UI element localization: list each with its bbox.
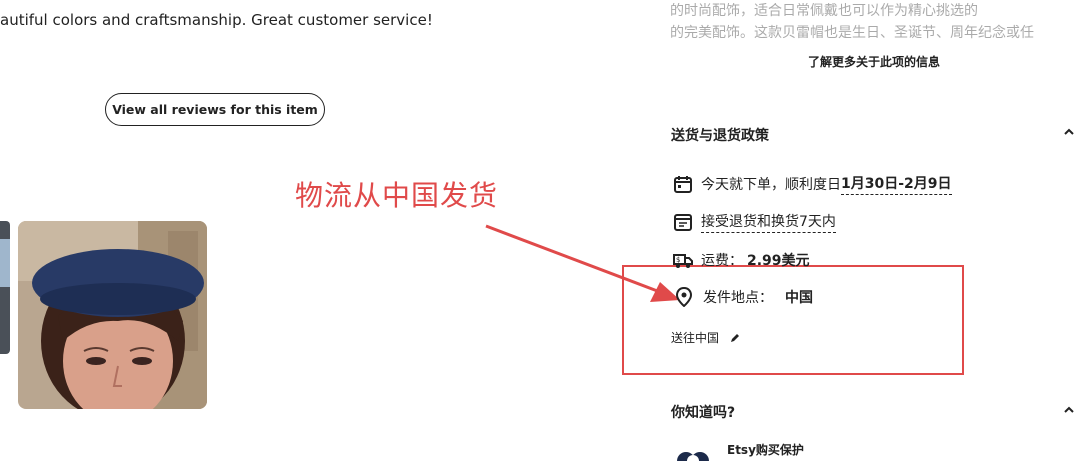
review-photo[interactable]	[18, 221, 207, 409]
ship-to-text[interactable]: 送往中国	[671, 329, 719, 346]
shipping-fee-label: 运费：	[701, 253, 743, 269]
view-all-reviews-button[interactable]: View all reviews for this item	[105, 93, 325, 126]
description-line: 的完美配饰。这款贝雷帽也是生日、圣诞节、周年纪念或任	[670, 25, 1034, 41]
truck-icon: $	[673, 250, 693, 270]
etsy-protection-label: Etsy购买保护	[727, 443, 804, 457]
etsy-protection-icon	[676, 446, 712, 465]
svg-text:$: $	[676, 256, 680, 264]
review-text: autiful colors and craftsmanship. Great …	[0, 11, 433, 29]
description-faded-text: 的时尚配饰，适合日常佩戴也可以作为精心挑选的 的完美配饰。这款贝雷帽也是生日、圣…	[670, 0, 1080, 44]
shipping-fee-value: 2.99美元	[747, 253, 810, 269]
returns-text[interactable]: 接受退货和换货7天内	[701, 211, 836, 233]
ship-from-label: 发件地点：	[703, 290, 773, 306]
did-you-know-title[interactable]: 你知道吗?	[671, 402, 735, 422]
returns-icon	[673, 212, 693, 232]
shipping-fee: $ 运费： 2.99美元	[673, 250, 810, 270]
description-line: 的时尚配饰，适合日常佩戴也可以作为精心挑选的	[670, 3, 978, 19]
chevron-up-icon[interactable]	[1063, 126, 1075, 141]
annotation-text: 物流从中国发货	[295, 179, 499, 212]
location-pin-icon	[675, 287, 695, 307]
shipping-section-title[interactable]: 送货与退货政策	[671, 125, 769, 145]
ship-from: 发件地点： 中国	[675, 287, 813, 307]
delivery-estimate: 今天就下单，顺利度日 1月30日-2月9日	[673, 173, 952, 195]
calendar-icon	[673, 174, 693, 194]
review-photo-thumbnail-partial[interactable]	[0, 221, 10, 354]
returns-policy: 接受退货和换货7天内	[673, 211, 836, 233]
learn-more-link[interactable]: 了解更多关于此项的信息	[808, 53, 940, 70]
ship-to[interactable]: 送往中国	[671, 329, 741, 346]
chevron-up-icon[interactable]	[1063, 404, 1075, 419]
ship-from-value: 中国	[785, 290, 813, 306]
annotation-highlight-box	[622, 265, 964, 375]
delivery-prefix: 今天就下单，顺利度日	[701, 177, 841, 193]
delivery-dates[interactable]: 1月30日-2月9日	[841, 173, 952, 195]
pencil-icon[interactable]	[729, 332, 741, 344]
